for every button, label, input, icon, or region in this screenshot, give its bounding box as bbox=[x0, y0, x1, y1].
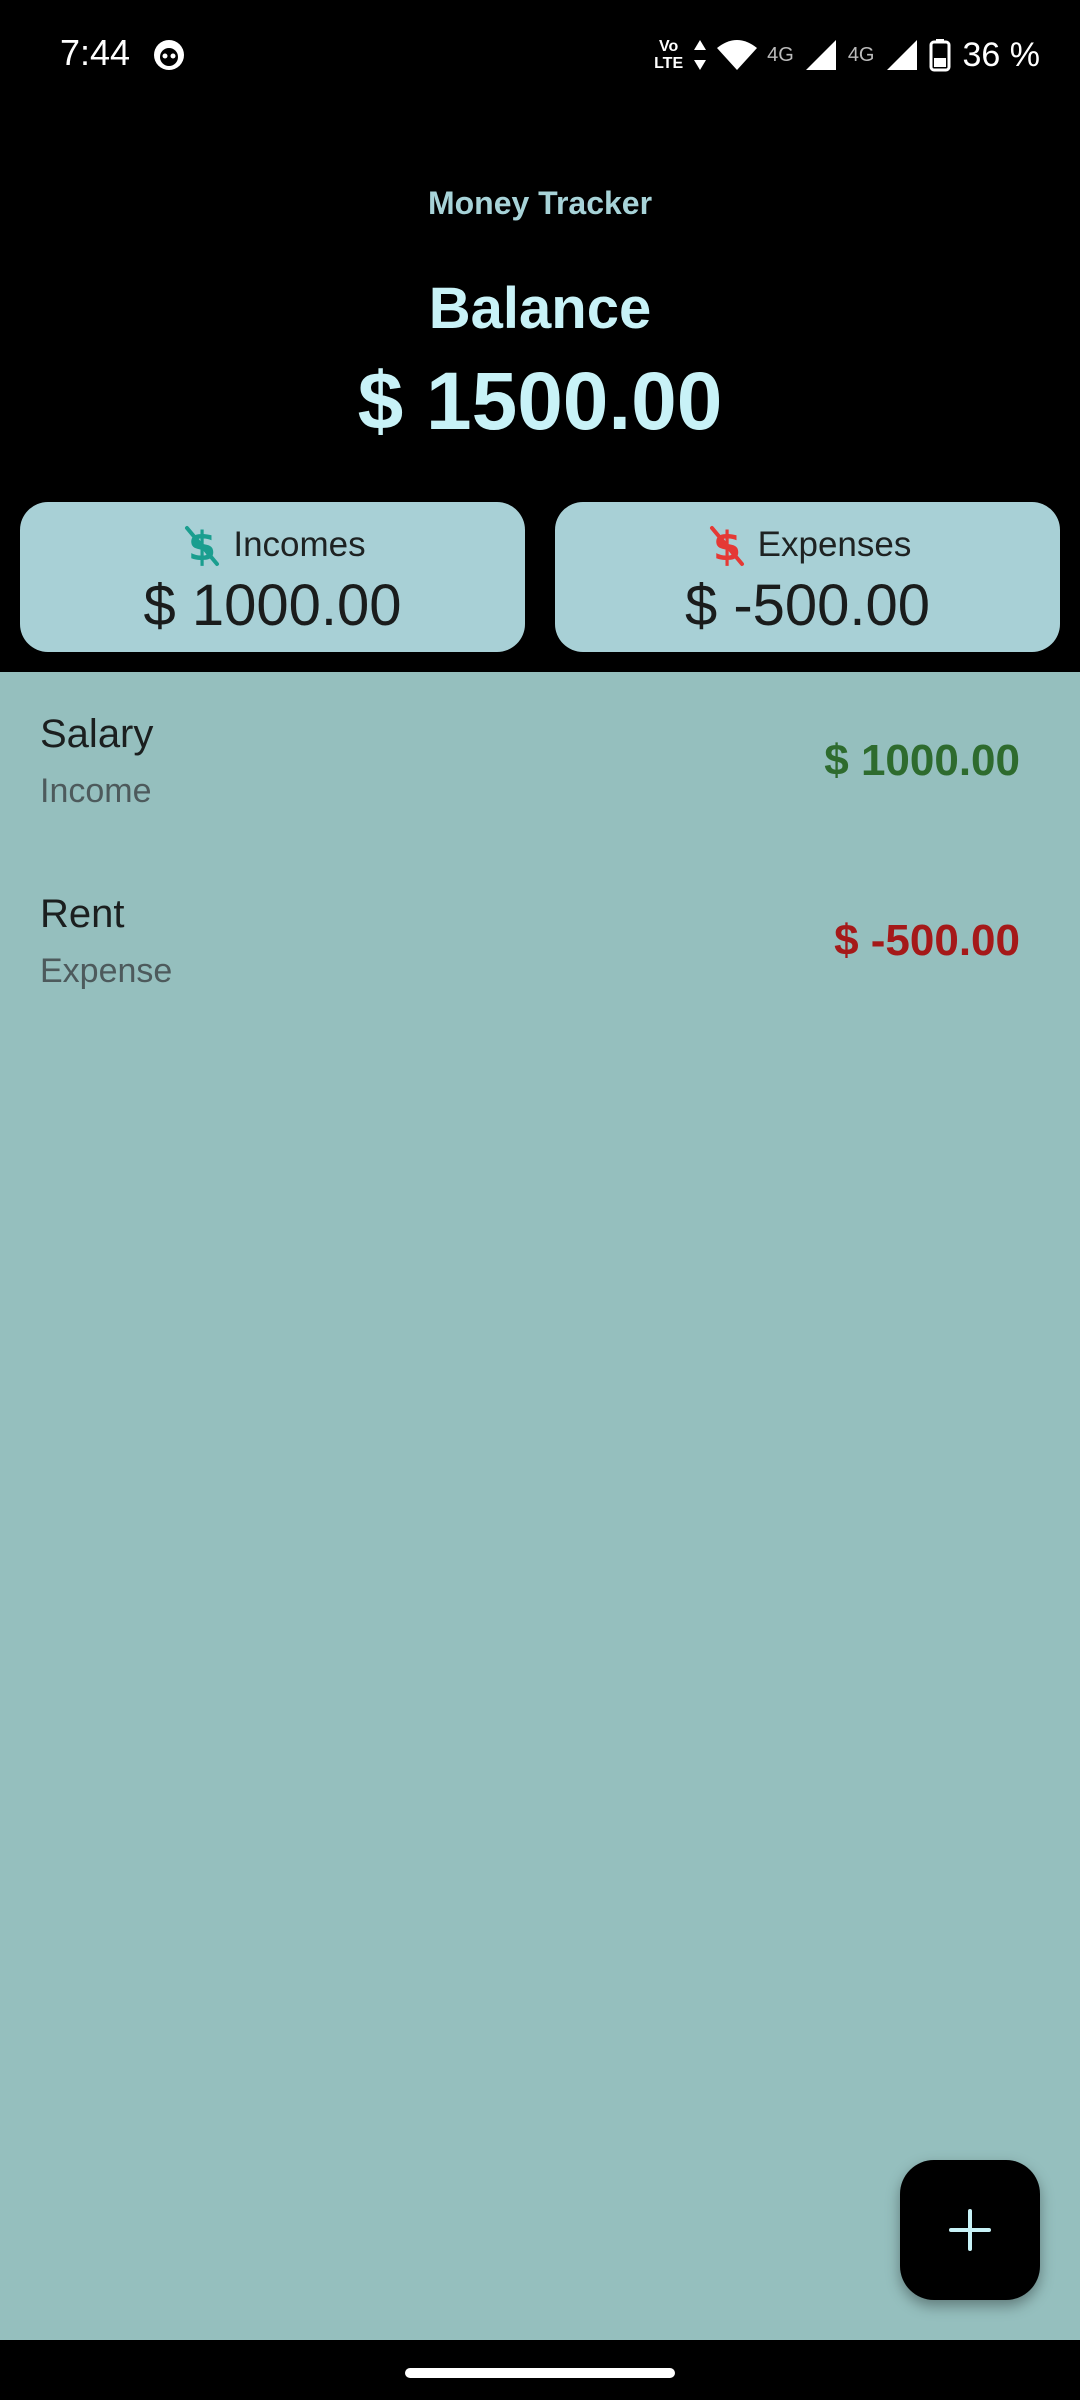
network-type-label-1: 4G bbox=[767, 43, 794, 66]
wifi-icon bbox=[717, 40, 758, 70]
navigation-bar bbox=[0, 2340, 1080, 2400]
battery-icon bbox=[929, 39, 950, 72]
app-title: Money Tracker bbox=[427, 185, 653, 221]
list-item[interactable]: Salary Income $ 1000.00 bbox=[0, 672, 1080, 842]
expenses-card: $ Expenses $ -500.00 bbox=[555, 502, 1060, 652]
balance-label: Balance bbox=[428, 276, 652, 341]
volte-top-label: Vo bbox=[658, 38, 679, 55]
battery-percentage: 36 % bbox=[962, 35, 1041, 74]
incomes-card-header: $ Incomes bbox=[20, 522, 525, 568]
signal-icon-1 bbox=[805, 40, 836, 70]
home-indicator[interactable] bbox=[405, 2368, 675, 2378]
balance-value: $ 1500.00 bbox=[357, 356, 723, 447]
transaction-type: Expense bbox=[40, 952, 173, 990]
transaction-type: Income bbox=[40, 772, 152, 810]
volte-indicator: Vo LTE bbox=[654, 38, 683, 72]
network-type-label-2: 4G bbox=[847, 43, 875, 66]
add-transaction-button[interactable] bbox=[900, 2160, 1040, 2300]
dollar-icon: $ bbox=[185, 524, 220, 568]
transaction-list: Salary Income $ 1000.00 Rent Expense $ -… bbox=[0, 672, 1080, 2340]
list-item[interactable]: Rent Expense $ -500.00 bbox=[0, 852, 1080, 1022]
expenses-card-header: $ Expenses bbox=[555, 522, 1060, 568]
status-bar: 7:44 Vo LTE 4G 4G 36 % bbox=[0, 0, 1080, 110]
incomes-label: Incomes bbox=[233, 525, 366, 564]
transaction-amount: $ 1000.00 bbox=[824, 736, 1020, 785]
status-indicators: Vo LTE 4G 4G 36 % bbox=[654, 30, 1040, 80]
incomes-value: $ 1000.00 bbox=[143, 573, 402, 638]
transaction-title: Rent bbox=[40, 892, 125, 936]
data-arrows-icon bbox=[694, 40, 707, 70]
status-time: 7:44 bbox=[60, 32, 131, 73]
transaction-title: Salary bbox=[40, 712, 154, 756]
dollar-icon: $ bbox=[709, 524, 744, 568]
signal-icon-2 bbox=[886, 40, 917, 70]
expenses-value: $ -500.00 bbox=[684, 573, 931, 638]
expenses-label: Expenses bbox=[757, 525, 912, 564]
plus-icon bbox=[949, 2209, 991, 2251]
app-notification-icon bbox=[154, 40, 184, 70]
incomes-card: $ Incomes $ 1000.00 bbox=[20, 502, 525, 652]
volte-bottom-label: LTE bbox=[654, 55, 684, 72]
transaction-amount: $ -500.00 bbox=[834, 916, 1020, 965]
